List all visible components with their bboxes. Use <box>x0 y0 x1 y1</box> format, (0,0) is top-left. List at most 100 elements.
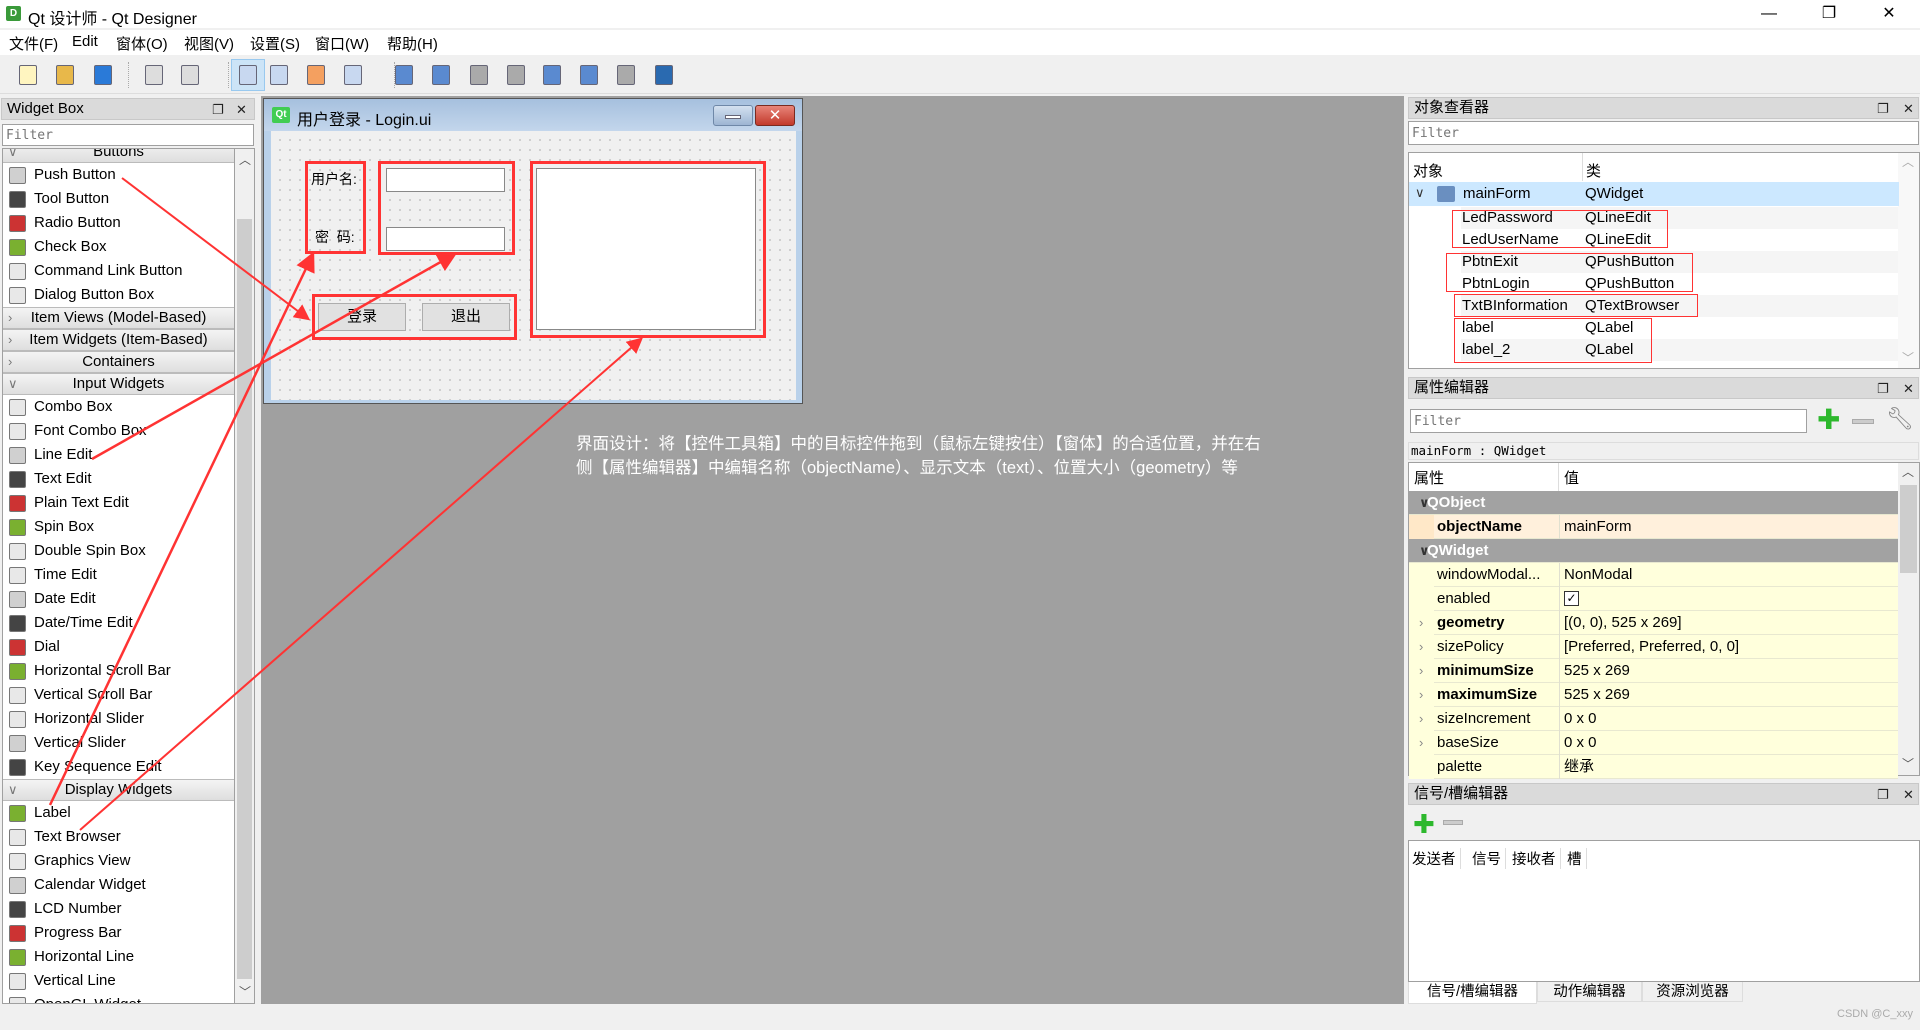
scrollbar-thumb[interactable] <box>1900 485 1917 573</box>
scroll-down-icon[interactable]: ﹀ <box>1898 755 1914 772</box>
scroll-down-icon[interactable]: ﹀ <box>239 983 251 1000</box>
layout-form-icon[interactable] <box>576 62 602 88</box>
property-value[interactable]: 0 x 0 <box>1564 731 1597 754</box>
property-group[interactable]: ∨ QObject <box>1409 491 1898 515</box>
property-row[interactable]: palette 继承 <box>1409 755 1898 779</box>
property-value[interactable]: 继承 <box>1564 755 1594 778</box>
widget-item[interactable]: Text Edit <box>3 467 234 491</box>
column-header-value[interactable]: 值 <box>1564 467 1579 488</box>
chevron-right-icon[interactable]: › <box>1419 611 1423 634</box>
menu-1[interactable]: Edit <box>72 33 98 50</box>
exit-button[interactable]: 退出 <box>422 303 510 331</box>
scrollbar-thumb[interactable] <box>237 219 252 979</box>
widget-item[interactable]: Horizontal Slider <box>3 707 234 731</box>
close-icon[interactable]: ✕ <box>236 100 247 120</box>
widget-item[interactable]: Graphics View <box>3 849 234 873</box>
chevron-right-icon[interactable]: › <box>1419 659 1423 682</box>
edit-buddies-icon[interactable] <box>303 62 329 88</box>
column-header-property[interactable]: 属性 <box>1414 467 1444 488</box>
widget-item[interactable]: Spin Box <box>3 515 234 539</box>
restore-button[interactable]: ❐ <box>1806 2 1852 26</box>
widget-item[interactable]: Dial <box>3 635 234 659</box>
property-row[interactable]: › sizePolicy [Preferred, Preferred, 0, 0] <box>1409 635 1898 659</box>
property-row[interactable]: › baseSize 0 x 0 <box>1409 731 1898 755</box>
layout-h-splitter-icon[interactable] <box>466 62 492 88</box>
widget-item[interactable]: Vertical Slider <box>3 731 234 755</box>
close-button[interactable]: ✕ <box>1866 2 1912 26</box>
form-canvas[interactable]: 用户名: 密 码: 登录 退出 <box>271 131 796 400</box>
edit-signals-slots-icon[interactable] <box>266 62 292 88</box>
column-header-class[interactable]: 类 <box>1586 160 1601 181</box>
tree-row-mainForm[interactable]: ∨ mainForm QWidget <box>1409 182 1899 206</box>
widget-item[interactable]: LCD Number <box>3 897 234 921</box>
scroll-up-icon[interactable]: ︿ <box>1898 153 1919 170</box>
widget-item[interactable]: Text Browser <box>3 825 234 849</box>
widget-item[interactable]: Combo Box <box>3 395 234 419</box>
enabled-checkbox[interactable]: ✓ <box>1564 591 1579 606</box>
close-icon[interactable]: ✕ <box>1903 785 1914 805</box>
edit-widgets-icon[interactable] <box>231 59 265 91</box>
widget-item[interactable]: Dialog Button Box <box>3 283 234 307</box>
widget-category[interactable]: › Item Views (Model-Based) <box>3 307 234 329</box>
connection-column-header[interactable]: 信号 <box>1472 848 1506 869</box>
password-input[interactable] <box>386 227 505 251</box>
wrench-icon[interactable]: 🔧︎ <box>1886 406 1914 432</box>
float-icon[interactable]: ❐ <box>212 100 224 120</box>
widget-category[interactable]: ∨ Display Widgets <box>3 779 234 801</box>
widget-item[interactable]: Vertical Line <box>3 969 234 993</box>
bring-front-icon[interactable] <box>141 62 167 88</box>
widget-box-scrollbar[interactable]: ︿ ﹀ <box>235 148 255 1004</box>
widget-item[interactable]: Push Button <box>3 163 234 187</box>
chevron-right-icon[interactable]: › <box>1419 635 1423 658</box>
menu-6[interactable]: 帮助(H) <box>387 33 438 54</box>
form-close-button[interactable]: ✕ <box>755 105 795 126</box>
connection-column-header[interactable]: 接收者 <box>1512 848 1561 869</box>
widget-item[interactable]: Horizontal Scroll Bar <box>3 659 234 683</box>
scroll-up-icon[interactable]: ︿ <box>239 151 251 168</box>
property-row[interactable]: › geometry [(0, 0), 525 x 269] <box>1409 611 1898 635</box>
bottom-tab-2[interactable]: 资源浏览器 <box>1642 982 1743 1002</box>
widget-category[interactable]: ∨ Buttons <box>3 149 234 163</box>
property-scrollbar[interactable]: ︿ ﹀ <box>1898 463 1919 775</box>
widget-category[interactable]: › Containers <box>3 351 234 373</box>
remove-connection-icon[interactable] <box>1443 820 1463 825</box>
widget-item[interactable]: Date/Time Edit <box>3 611 234 635</box>
close-icon[interactable]: ✕ <box>1903 99 1914 119</box>
edit-tab-order-icon[interactable] <box>340 62 366 88</box>
menu-0[interactable]: 文件(F) <box>9 33 58 54</box>
property-value[interactable]: 0 x 0 <box>1564 707 1597 730</box>
widget-item[interactable]: Date Edit <box>3 587 234 611</box>
widget-item[interactable]: Progress Bar <box>3 921 234 945</box>
object-inspector-filter-input[interactable] <box>1408 121 1919 145</box>
menu-4[interactable]: 设置(S) <box>250 33 300 54</box>
widget-item[interactable]: Label <box>3 801 234 825</box>
widget-item[interactable]: Vertical Scroll Bar <box>3 683 234 707</box>
bottom-tab-0[interactable]: 信号/槽编辑器 <box>1408 982 1537 1004</box>
scroll-up-icon[interactable]: ︿ <box>1898 463 1919 480</box>
widget-item[interactable]: Key Sequence Edit <box>3 755 234 779</box>
widget-item[interactable]: Calendar Widget <box>3 873 234 897</box>
widget-item[interactable]: Font Combo Box <box>3 419 234 443</box>
widget-item[interactable]: Radio Button <box>3 211 234 235</box>
chevron-down-icon[interactable]: ∨ <box>8 374 18 394</box>
property-value[interactable]: mainForm <box>1564 515 1632 538</box>
property-row[interactable]: objectName mainForm <box>1409 515 1898 539</box>
widget-category[interactable]: › Item Widgets (Item-Based) <box>3 329 234 351</box>
widget-item[interactable]: OpenGL Widget <box>3 993 234 1003</box>
widget-item[interactable]: Double Spin Box <box>3 539 234 563</box>
info-text-browser[interactable] <box>536 168 756 330</box>
property-value[interactable]: 525 x 269 <box>1564 683 1630 706</box>
save-icon[interactable] <box>90 62 116 88</box>
property-value[interactable]: 525 x 269 <box>1564 659 1630 682</box>
new-file-icon[interactable] <box>15 62 41 88</box>
form-window[interactable]: Qt 用户登录 - Login.ui ✕ 用户名: 密 码: 登录 退出 <box>263 98 803 404</box>
widget-category[interactable]: ∨ Input Widgets <box>3 373 234 395</box>
layout-v-splitter-icon[interactable] <box>503 62 529 88</box>
widget-item[interactable]: Line Edit <box>3 443 234 467</box>
widget-item[interactable]: Horizontal Line <box>3 945 234 969</box>
minimize-button[interactable]: — <box>1746 2 1792 26</box>
send-back-icon[interactable] <box>177 62 203 88</box>
property-value[interactable]: NonModal <box>1564 563 1632 586</box>
form-minimize-button[interactable] <box>713 105 753 126</box>
menu-3[interactable]: 视图(V) <box>184 33 234 54</box>
